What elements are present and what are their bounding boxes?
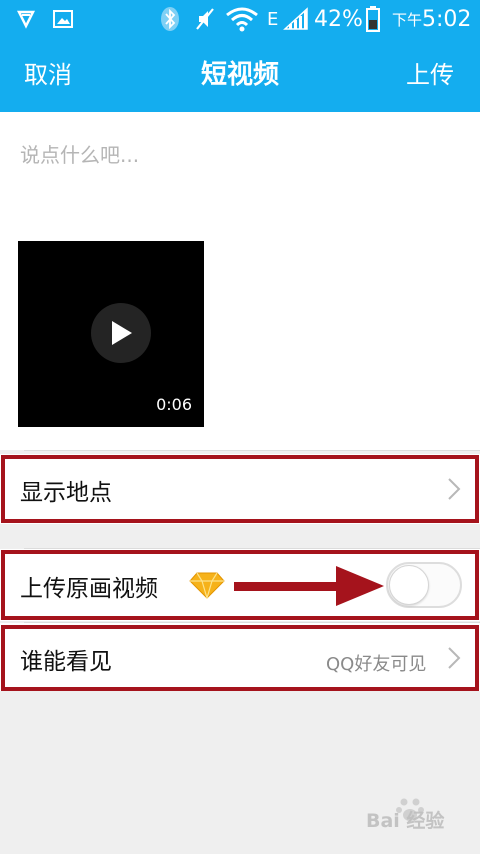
video-thumbnail[interactable]: 0:06	[18, 241, 204, 427]
app-bar: 取消 短视频 上传	[0, 38, 480, 112]
battery-percent: 42%	[314, 6, 363, 32]
watermark-text: Bai 经验	[366, 810, 445, 832]
mute-icon	[195, 0, 215, 38]
upload-button[interactable]: 上传	[406, 38, 454, 112]
baidu-watermark: Bai 经验	[360, 798, 460, 836]
video-duration: 0:06	[156, 395, 192, 414]
battery-icon	[366, 0, 380, 38]
vpn-shield-icon	[16, 0, 36, 38]
annotation-highlight-box	[1, 455, 479, 523]
annotation-highlight-box	[1, 625, 479, 691]
caption-input[interactable]: 说点什么吧...	[20, 139, 139, 168]
status-bar: E 42% 下午 5:02	[0, 0, 480, 38]
clock: 下午 5:02	[392, 6, 472, 32]
play-icon[interactable]	[91, 303, 151, 363]
bluetooth-icon	[160, 0, 180, 38]
composer: 说点什么吧... 0:06	[0, 112, 480, 450]
signal-icon	[283, 0, 309, 38]
wifi-icon	[225, 0, 259, 38]
divider	[24, 450, 480, 451]
gallery-notification-icon	[53, 0, 73, 38]
network-type-indicator: E	[267, 8, 279, 30]
annotation-highlight-box	[1, 550, 479, 620]
